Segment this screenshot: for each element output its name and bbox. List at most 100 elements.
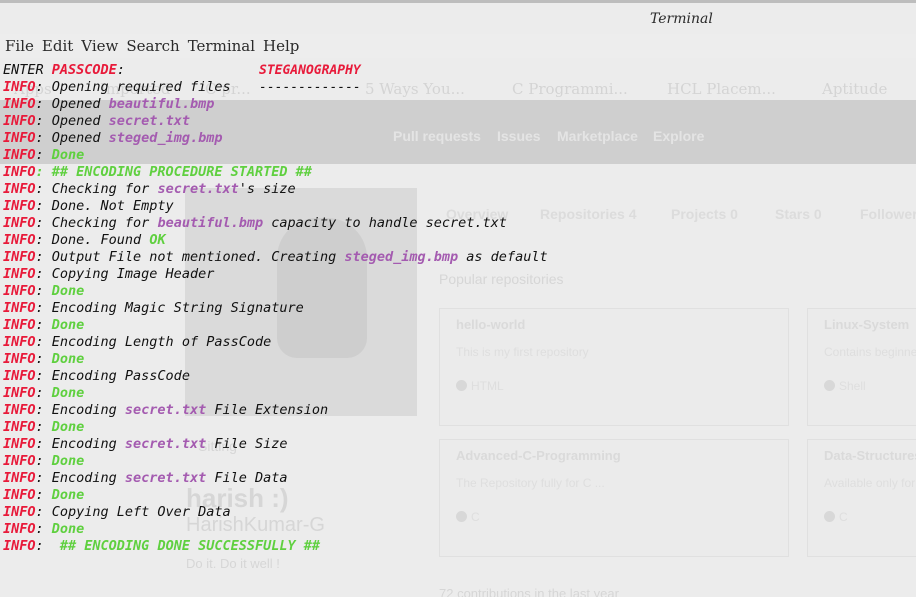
log-text: :	[35, 283, 52, 299]
menu-help[interactable]: Help	[263, 37, 299, 55]
terminal-line: INFO: Done	[3, 419, 548, 436]
log-level: INFO	[3, 96, 36, 112]
log-level: INFO	[3, 130, 36, 146]
log-level: INFO	[3, 164, 36, 180]
log-text: : Done. Found	[35, 232, 150, 248]
repo-name: Data-Structures	[824, 448, 916, 463]
log-text: : Copying Left Over Data	[35, 504, 231, 520]
menu-file[interactable]: File	[5, 37, 34, 55]
log-text: : Output File not mentioned. Creating	[35, 249, 345, 265]
log-text: : Checking for	[35, 215, 158, 231]
terminal-line: INFO: Encoding Magic String Signature	[3, 300, 548, 317]
log-text: capacity to handle secret.txt	[263, 215, 507, 231]
log-level: INFO	[3, 198, 36, 214]
repo-desc: Contains beginner...	[824, 345, 916, 359]
status-text: : ## ENCODING PROCEDURE STARTED ##	[35, 164, 312, 180]
ghost-contributions: 72 contributions in the last year	[439, 586, 619, 597]
title-bar: Terminal	[0, 0, 916, 34]
terminal-line: INFO: Done	[3, 351, 548, 368]
log-level: INFO	[3, 538, 36, 554]
terminal-line: INFO: Encoding secret.txt File Extension	[3, 402, 548, 419]
terminal-line: INFO: Done	[3, 147, 548, 164]
log-text: : Encoding Length of PassCode	[35, 334, 272, 350]
terminal-line: INFO: Copying Left Over Data	[3, 504, 548, 521]
status-text: ## ENCODING DONE SUCCESSFULLY ##	[59, 538, 320, 554]
terminal-line: INFO: Checking for beautiful.bmp capacit…	[3, 215, 548, 232]
terminal-line: INFO: Encoding secret.txt File Size	[3, 436, 548, 453]
ghost-tab: Stars 0	[775, 206, 822, 222]
status-text: OK	[149, 232, 166, 248]
terminal-line: INFO: Encoding PassCode	[3, 368, 548, 385]
log-text: :	[35, 147, 52, 163]
filename: secret.txt	[157, 181, 239, 197]
status-text: Done	[51, 385, 85, 401]
log-level: INFO	[3, 232, 36, 248]
repo-lang-label: Shell	[839, 379, 866, 393]
window-title: Terminal	[650, 11, 713, 27]
terminal-view[interactable]: Apps Imported C pr... 5 Ways You... C Pr…	[0, 58, 916, 597]
ghost-repo-card: Data-Structures Available only for ... C	[807, 439, 916, 557]
menu-search[interactable]: Search	[126, 37, 179, 55]
ghost-nav-item: Explore	[653, 128, 705, 144]
terminal-line: ENTER PASSCODE:	[3, 62, 548, 79]
menu-edit[interactable]: Edit	[42, 37, 73, 55]
log-level: INFO	[3, 385, 36, 401]
log-level: PASSCODE	[51, 62, 117, 78]
status-text: Done	[51, 453, 85, 469]
filename: steged_img.bmp	[108, 130, 223, 146]
menu-terminal[interactable]: Terminal	[188, 37, 255, 55]
status-text: Done	[51, 351, 85, 367]
terminal-line: INFO: Opened steged_img.bmp	[3, 130, 548, 147]
status-text: Done	[51, 283, 85, 299]
status-text: Done	[51, 317, 85, 333]
terminal-output: ENTER PASSCODE: INFO: Opening required fi…	[3, 62, 548, 555]
log-text: :	[35, 487, 52, 503]
repo-name: Linux-System	[824, 317, 910, 332]
log-text: : Opened	[35, 130, 109, 146]
log-level: INFO	[3, 147, 36, 163]
terminal-line: INFO: Opened beautiful.bmp	[3, 96, 548, 113]
ghost-nav-item: Marketplace	[557, 128, 638, 144]
terminal-line: INFO: Output File not mentioned. Creatin…	[3, 249, 548, 266]
log-text: : Opened	[35, 96, 109, 112]
log-text: :	[116, 62, 125, 78]
log-level: INFO	[3, 351, 36, 367]
terminal-line: INFO: Done. Not Empty	[3, 198, 548, 215]
ghost-bookmark: Aptitude	[822, 80, 888, 98]
log-text: ENTER	[3, 62, 52, 78]
log-text: : Opening required files	[35, 79, 231, 95]
log-text: : Done. Not Empty	[35, 198, 174, 214]
log-level: INFO	[3, 521, 36, 537]
log-level: INFO	[3, 436, 36, 452]
ghost-bookmark: HCL Placem...	[667, 80, 776, 98]
status-text: Done	[51, 419, 85, 435]
terminal-line: INFO: Done	[3, 453, 548, 470]
log-level: INFO	[3, 487, 36, 503]
menu-view[interactable]: View	[81, 37, 118, 55]
log-level: INFO	[3, 419, 36, 435]
repo-lang: C	[824, 510, 848, 524]
filename: steged_img.bmp	[344, 249, 459, 265]
terminal-line: INFO: ## ENCODING PROCEDURE STARTED ##	[3, 164, 548, 181]
ghost-repo-card: Linux-System Contains beginner... Shell	[807, 308, 916, 426]
log-text: :	[35, 453, 52, 469]
ghost-tab: Projects 0	[671, 206, 738, 222]
log-text: File Extension	[206, 402, 329, 418]
log-text: : Opened	[35, 113, 109, 129]
status-text: Done	[51, 521, 85, 537]
terminal-line: INFO: Done	[3, 385, 548, 402]
terminal-line: INFO: Opening required files	[3, 79, 548, 96]
ghost-tab: Followers	[860, 206, 916, 222]
log-level: INFO	[3, 79, 36, 95]
repo-lang: Shell	[824, 379, 866, 393]
log-text: File Data	[206, 470, 288, 486]
terminal-line: INFO: Done	[3, 283, 548, 300]
log-text: :	[35, 538, 60, 554]
terminal-line: INFO: Checking for secret.txt's size	[3, 181, 548, 198]
menu-bar: File Edit View Search Terminal Help	[0, 34, 916, 58]
log-level: INFO	[3, 113, 36, 129]
terminal-line: INFO: Done	[3, 317, 548, 334]
log-level: INFO	[3, 300, 36, 316]
filename: secret.txt	[124, 470, 207, 486]
log-text: :	[35, 385, 52, 401]
